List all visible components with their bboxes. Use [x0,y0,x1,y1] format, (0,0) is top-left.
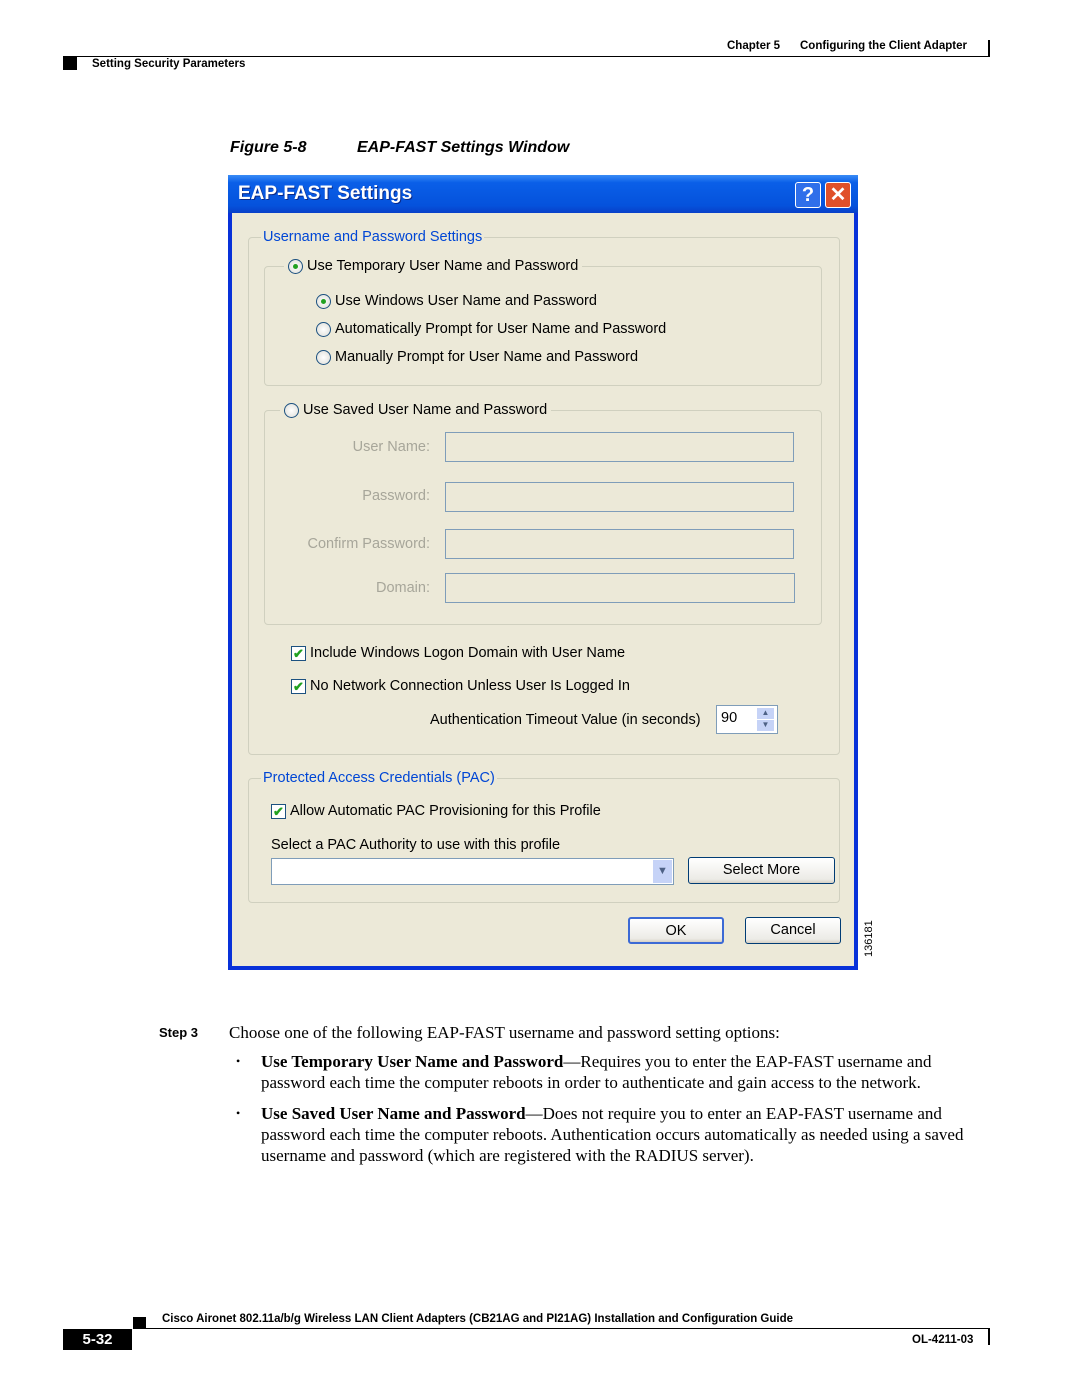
manual-prompt-radio[interactable]: Manually Prompt for User Name and Passwo… [316,348,638,366]
auto-prompt-radio[interactable]: Automatically Prompt for User Name and P… [316,320,666,338]
section-marker [63,57,77,70]
bullet-term: Use Saved User Name and Password [261,1104,526,1123]
domain-input[interactable] [445,573,795,603]
section-title: Setting Security Parameters [92,58,246,70]
auto-pac-checkbox[interactable]: ✔ Allow Automatic PAC Provisioning for th… [271,802,601,820]
page-number: 5-32 [63,1329,132,1350]
bullet-icon: • [236,1054,241,1068]
eap-fast-settings-window: EAP-FAST Settings ? ✕ Username and Passw… [228,175,858,970]
help-button[interactable]: ? [795,182,821,208]
bullet-item: Use Temporary User Name and Password—Req… [261,1051,996,1093]
step-intro: Choose one of the following EAP-FAST use… [229,1023,780,1042]
figure-id: 136181 [863,920,875,957]
username-group-legend: Username and Password Settings [261,228,485,246]
radio-button[interactable] [316,349,331,365]
checkbox-label: Include Windows Logon Domain with User N… [310,645,626,661]
temp-radio[interactable]: Use Temporary User Name and Password [284,257,583,275]
radio-label: Automatically Prompt for User Name and P… [335,321,667,337]
title-bar: EAP-FAST Settings [228,175,858,213]
footer-rule [133,1328,990,1329]
checkbox-label: Allow Automatic PAC Provisioning for thi… [290,803,601,819]
password-input[interactable] [445,482,794,512]
checkbox-label: No Network Connection Unless User Is Log… [310,678,630,694]
cancel-button[interactable]: Cancel [745,917,841,944]
domain-label: Domain: [376,580,430,596]
ok-button[interactable]: OK [628,917,724,944]
pac-authority-label: Select a PAC Authority to use with this … [271,837,561,853]
window-title: EAP-FAST Settings [238,183,413,204]
check-icon[interactable]: ✔ [291,678,306,694]
radio-button[interactable] [316,321,331,337]
spin-up-icon[interactable]: ▲ [757,708,774,719]
temp-radio-label: Use Temporary User Name and Password [307,258,579,274]
confirm-password-label: Confirm Password: [307,536,430,552]
timeout-spinner[interactable]: 90 ▲ ▼ [716,705,778,734]
select-more-button[interactable]: Select More [688,857,835,884]
figure-title: EAP-FAST Settings Window [357,139,570,156]
chapter-title: Configuring the Client Adapter [800,40,967,52]
username-label: User Name: [352,439,430,455]
timeout-value[interactable]: 90 [721,709,737,727]
doc-id: OL-4211-03 [912,1334,974,1346]
check-icon[interactable]: ✔ [271,803,286,819]
username-input[interactable] [445,432,794,462]
saved-radio[interactable]: Use Saved User Name and Password [280,401,552,419]
saved-radio-label: Use Saved User Name and Password [303,402,548,418]
chevron-down-icon[interactable]: ▼ [653,860,672,883]
close-button[interactable]: ✕ [825,182,851,208]
guide-title: Cisco Aironet 802.11a/b/g Wireless LAN C… [162,1313,794,1325]
radio-label: Use Windows User Name and Password [335,293,597,309]
password-label: Password: [362,488,430,504]
radio-button[interactable] [284,402,299,418]
check-icon[interactable]: ✔ [291,645,306,661]
confirm-password-input[interactable] [445,529,794,559]
bullet-icon: • [236,1106,241,1120]
figure-number: Figure 5-8 [230,139,307,156]
include-domain-checkbox[interactable]: ✔ Include Windows Logon Domain with User … [291,644,625,662]
radio-label: Manually Prompt for User Name and Passwo… [335,349,639,365]
step-label: Step 3 [159,1025,199,1040]
pac-authority-dropdown[interactable]: ▼ [271,858,674,885]
spin-down-icon[interactable]: ▼ [757,720,774,731]
chapter-label: Chapter 5 [727,40,781,52]
bullet-item: Use Saved User Name and Password—Does no… [261,1103,996,1166]
header-rule [63,56,990,57]
header-bar [988,40,990,56]
bullet-term: Use Temporary User Name and Password [261,1052,564,1071]
radio-button[interactable] [316,293,331,309]
pac-group-legend: Protected Access Credentials (PAC) [261,769,497,787]
timeout-label: Authentication Timeout Value (in seconds… [430,712,701,728]
radio-button[interactable] [288,258,303,274]
no-network-checkbox[interactable]: ✔ No Network Connection Unless User Is Lo… [291,677,630,695]
windows-radio[interactable]: Use Windows User Name and Password [316,292,597,310]
footer-bar [988,1329,990,1345]
